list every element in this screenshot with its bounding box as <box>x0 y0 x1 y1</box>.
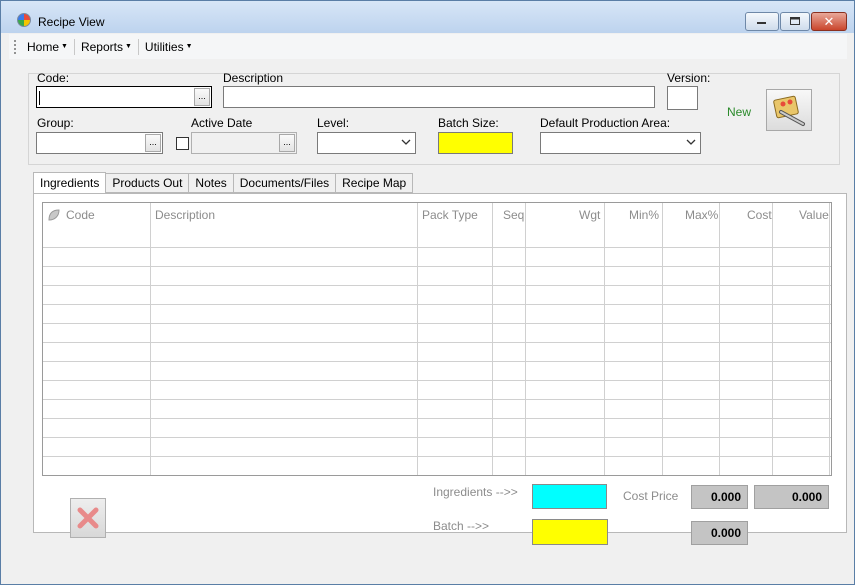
table-row <box>43 418 831 419</box>
default-area-label: Default Production Area: <box>540 116 671 130</box>
batch-size-label: Batch Size: <box>438 116 499 130</box>
menu-utilities[interactable]: Utilities ▼ <box>139 40 199 54</box>
grid-header: Code Description Pack Type Seq Wgt Min% … <box>43 203 831 235</box>
delete-x-icon <box>77 507 99 529</box>
group-field[interactable]: ... <box>36 132 163 154</box>
chevron-down-icon: ▼ <box>61 43 68 50</box>
table-row <box>43 247 831 248</box>
chevron-down-icon <box>686 139 696 145</box>
table-row <box>43 456 831 457</box>
maximize-icon <box>790 17 800 25</box>
batch-total-label: Batch -->> <box>433 519 490 533</box>
description-label: Description <box>223 71 284 85</box>
recipe-new-icon <box>773 95 805 126</box>
batch-value: 0.000 <box>691 521 748 545</box>
cost-price-value: 0.000 <box>691 485 748 509</box>
col-description[interactable]: Description <box>155 208 215 222</box>
maximize-button[interactable] <box>780 12 810 31</box>
grid-col-line <box>492 203 493 475</box>
toolbar-grip[interactable] <box>13 38 17 55</box>
close-icon: ✕ <box>823 13 835 29</box>
table-row <box>43 380 831 381</box>
cost-price-label: Cost Price <box>623 489 679 503</box>
menu-utilities-label: Utilities <box>144 39 184 54</box>
col-code[interactable]: Code <box>66 208 95 222</box>
title-bar: Recipe View ✕ <box>1 1 854 33</box>
window-title: Recipe View <box>38 15 105 29</box>
minimize-button[interactable] <box>745 12 779 31</box>
ingredients-total-label: Ingredients -->> <box>433 485 518 499</box>
active-date-lookup-button[interactable]: ... <box>279 134 295 152</box>
menu-reports[interactable]: Reports ▼ <box>75 40 138 54</box>
table-row <box>43 437 831 438</box>
level-dropdown[interactable] <box>317 132 416 154</box>
app-icon <box>17 13 31 27</box>
table-row <box>43 342 831 343</box>
table-row <box>43 304 831 305</box>
table-row <box>43 361 831 362</box>
col-pack-type[interactable]: Pack Type <box>422 208 478 222</box>
tab-strip: Ingredients Products Out Notes Documents… <box>33 172 414 194</box>
col-seq[interactable]: Seq <box>503 208 524 222</box>
menu-home[interactable]: Home ▼ <box>21 40 74 54</box>
default-area-dropdown[interactable] <box>540 132 701 154</box>
menu-home-label: Home <box>27 39 60 54</box>
table-row <box>43 285 831 286</box>
col-wgt[interactable]: Wgt <box>579 208 600 222</box>
version-field[interactable] <box>667 86 698 110</box>
ingredients-total-box <box>532 484 607 509</box>
close-button[interactable]: ✕ <box>811 12 847 31</box>
chevron-down-icon: ▼ <box>185 43 193 50</box>
main-content: Code: ... Description Version: New Group <box>9 59 847 579</box>
text-cursor <box>39 91 40 105</box>
ingredients-grid[interactable]: Code Description Pack Type Seq Wgt Min% … <box>42 202 832 476</box>
grid-col-line <box>829 203 830 475</box>
col-max-pct[interactable]: Max% <box>685 208 718 222</box>
grid-col-line <box>772 203 773 475</box>
description-field[interactable] <box>223 86 655 108</box>
group-lookup-button[interactable]: ... <box>145 134 161 152</box>
table-row <box>43 266 831 267</box>
version-label: Version: <box>667 71 711 85</box>
chevron-down-icon: ▼ <box>124 43 132 50</box>
table-row <box>43 399 831 400</box>
menu-reports-label: Reports <box>80 39 123 54</box>
table-row <box>43 323 831 324</box>
recipe-view-window: Recipe View ✕ Home ▼ Reports ▼ Utilities… <box>0 0 855 585</box>
grid-col-line <box>604 203 605 475</box>
code-field[interactable]: ... <box>36 86 212 108</box>
leaf-icon <box>48 209 60 221</box>
code-lookup-button[interactable]: ... <box>194 88 210 106</box>
level-label: Level: <box>317 116 350 130</box>
batch-size-field[interactable] <box>438 132 513 154</box>
grid-col-line <box>719 203 720 475</box>
minimize-icon <box>757 21 766 24</box>
tab-ingredients[interactable]: Ingredients <box>33 172 107 194</box>
group-label: Group: <box>37 116 74 130</box>
grid-col-line <box>525 203 526 475</box>
value-total: 0.000 <box>754 485 829 509</box>
grid-col-line <box>662 203 663 475</box>
col-cost[interactable]: Cost <box>747 208 772 222</box>
ingredients-panel: Code Description Pack Type Seq Wgt Min% … <box>33 193 847 545</box>
col-min-pct[interactable]: Min% <box>629 208 659 222</box>
batch-total-box <box>532 519 608 545</box>
delete-button[interactable] <box>70 498 106 538</box>
active-date-checkbox[interactable] <box>176 137 189 150</box>
chevron-down-icon <box>401 139 411 145</box>
new-status-label: New <box>727 105 752 119</box>
recipe-header-panel: Code: ... Description Version: New Group <box>28 71 840 165</box>
tab-recipe-map[interactable]: Recipe Map <box>336 173 414 193</box>
tab-notes[interactable]: Notes <box>189 173 234 193</box>
active-date-label: Active Date <box>191 116 253 130</box>
tab-documents-files[interactable]: Documents/Files <box>233 173 337 193</box>
active-date-field[interactable]: ... <box>191 132 297 154</box>
new-recipe-button[interactable] <box>766 89 812 131</box>
menu-bar: Home ▼ Reports ▼ Utilities ▼ <box>9 34 847 59</box>
grid-col-line <box>150 203 151 475</box>
code-label: Code: <box>37 71 70 85</box>
col-value[interactable]: Value <box>799 208 829 222</box>
grid-col-line <box>417 203 418 475</box>
tab-products-out[interactable]: Products Out <box>106 173 190 193</box>
